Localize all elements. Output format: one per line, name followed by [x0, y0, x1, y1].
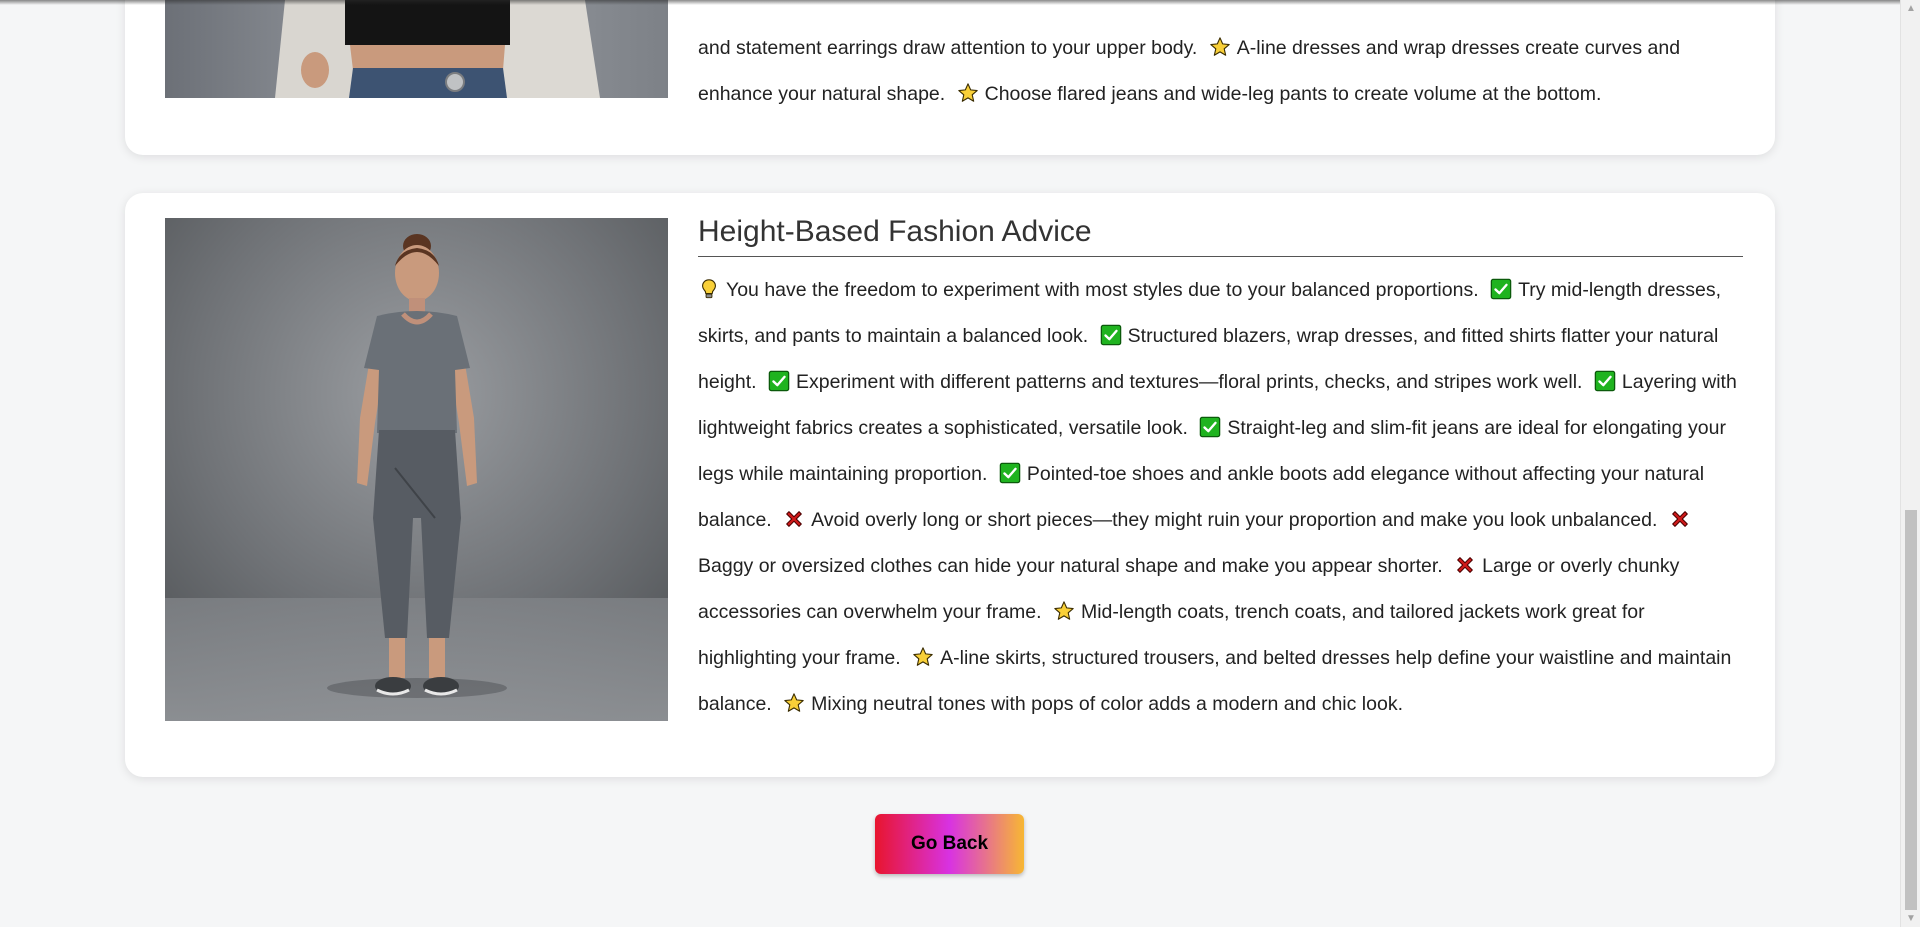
scroll-down-arrow-icon[interactable]: ▼ — [1901, 910, 1920, 927]
advice-item: Choose flared jeans and wide-leg pants t… — [957, 83, 1602, 105]
star-icon — [913, 647, 933, 666]
star-icon — [1054, 601, 1074, 620]
advice-text: Avoid overly long or short pieces—they m… — [811, 509, 1658, 531]
advice-text: Choose flared jeans and wide-leg pants t… — [984, 83, 1602, 105]
advice-item: and statement earrings draw attention to… — [698, 37, 1197, 59]
check-icon — [1100, 324, 1121, 346]
body-shape-advice-list: and statement earrings draw attention to… — [698, 25, 1743, 117]
advice-text: and statement earrings draw attention to… — [698, 37, 1198, 59]
lightbulb-icon — [702, 279, 716, 299]
vertical-scrollbar[interactable]: ▲ ▼ — [1900, 0, 1920, 927]
go-back-button[interactable]: Go Back — [875, 814, 1024, 874]
check-icon — [1200, 416, 1221, 438]
body-shape-advice-card: and statement earrings draw attention to… — [125, 0, 1775, 155]
advice-item: Mixing neutral tones with pops of color … — [783, 693, 1403, 715]
advice-item: Experiment with different patterns and t… — [768, 370, 1583, 393]
section-title: Height-Based Fashion Advice — [698, 214, 1743, 257]
advice-text: Mixing neutral tones with pops of color … — [811, 693, 1403, 715]
body-shape-photo — [165, 0, 668, 98]
advice-text: Baggy or oversized clothes can hide your… — [698, 555, 1443, 577]
check-icon — [768, 370, 790, 392]
top-edge-shadow — [0, 0, 1900, 5]
height-advice-text: Height-Based Fashion Advice You have the… — [698, 214, 1743, 727]
height-photo — [165, 218, 668, 721]
star-icon — [1210, 37, 1230, 56]
check-icon — [1490, 278, 1512, 300]
star-icon — [957, 83, 978, 102]
cross-icon — [1671, 511, 1688, 527]
body-shape-image — [165, 0, 668, 98]
height-model-image — [165, 218, 668, 721]
cross-icon — [786, 511, 802, 527]
advice-text: Experiment with different patterns and t… — [795, 371, 1583, 393]
page-viewport: and statement earrings draw attention to… — [0, 0, 1900, 927]
actions: Go Back — [875, 814, 1024, 874]
scrollbar-thumb[interactable] — [1905, 510, 1917, 910]
scroll-up-arrow-icon[interactable]: ▲ — [1901, 0, 1920, 17]
height-advice-card: Height-Based Fashion Advice You have the… — [125, 193, 1775, 777]
cross-icon — [1457, 557, 1473, 573]
check-icon — [999, 462, 1021, 484]
check-icon — [1594, 370, 1616, 392]
advice-text: You have the freedom to experiment with … — [726, 279, 1479, 301]
star-icon — [784, 693, 804, 712]
height-advice-list: You have the freedom to experiment with … — [698, 267, 1743, 727]
advice-item: You have the freedom to experiment with … — [698, 279, 1479, 301]
advice-item: Avoid overly long or short pieces—they m… — [783, 509, 1657, 531]
body-shape-text: and statement earrings draw attention to… — [698, 25, 1743, 117]
